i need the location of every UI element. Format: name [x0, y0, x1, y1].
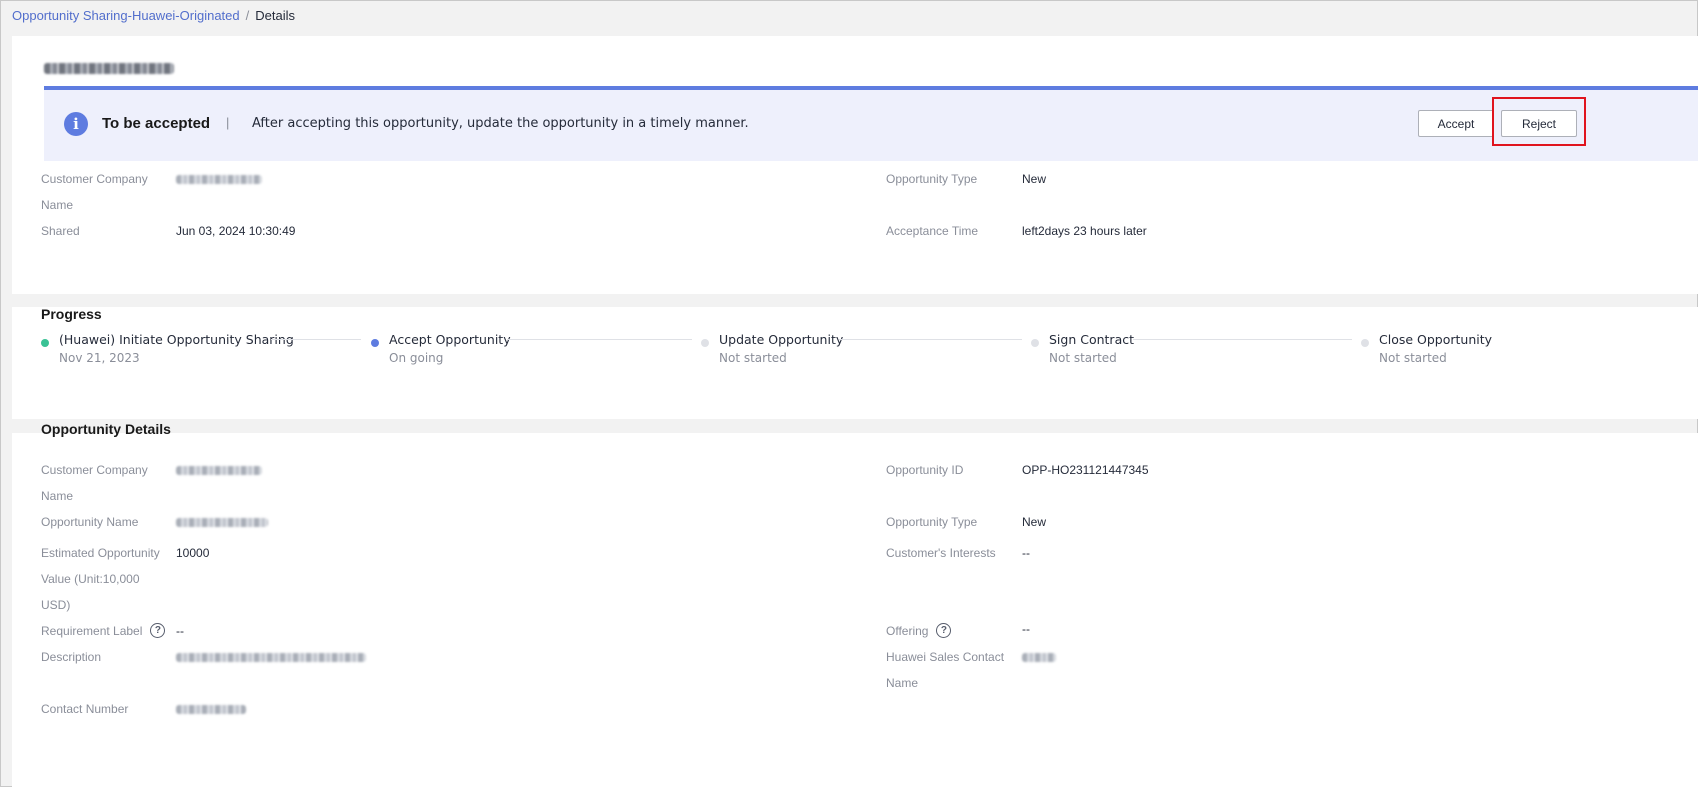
customer-interests-label: Customer's Interests: [886, 546, 996, 560]
opportunity-type-label: Opportunity Type: [886, 172, 978, 186]
details-customer-company-value-redacted: [176, 466, 262, 475]
details-customer-company-label-cont: Name: [41, 489, 74, 503]
breadcrumb-link-opportunity-sharing[interactable]: Opportunity Sharing-Huawei-Originated: [12, 8, 240, 23]
progress-card: Progress (Huawei) Initiate Opportunity S…: [12, 306, 1698, 419]
requirement-label-label: Requirement Label?: [41, 618, 166, 644]
details-opportunity-type-value: New: [1022, 515, 1047, 529]
step-pending-dot: [1361, 339, 1369, 347]
offering-label-text: Offering: [886, 624, 929, 638]
step-status: Not started: [1049, 351, 1117, 365]
info-icon: i: [64, 112, 88, 136]
step-name: Close Opportunity: [1379, 332, 1493, 347]
opportunity-id-value: OPP-HO231121447345: [1022, 463, 1149, 477]
customer-company-label-cont: Name: [41, 198, 74, 212]
step-status: Not started: [1379, 351, 1447, 365]
step-name: Accept Opportunity: [389, 332, 511, 347]
status-message: After accepting this opportunity, update…: [252, 116, 749, 131]
step-status: On going: [389, 351, 444, 365]
progress-title-text: Progress: [41, 306, 102, 322]
progress-step-close: Close Opportunity Not started: [1361, 332, 1691, 372]
progress-step-accept: Accept Opportunity On going: [371, 332, 701, 372]
step-connector: [507, 339, 692, 340]
customer-company-label: Customer Company: [41, 172, 148, 186]
progress-step-initiate: (Huawei) Initiate Opportunity Sharing No…: [41, 332, 371, 372]
estimated-value-label-cont: Value (Unit:10,000: [41, 572, 140, 586]
acceptance-time-value: left2days 23 hours later: [1022, 224, 1147, 238]
sales-contact-label-cont: Name: [886, 676, 919, 690]
step-done-dot: [41, 339, 49, 347]
opportunity-details-title: Opportunity Details: [41, 421, 171, 437]
breadcrumb-current: Details: [255, 7, 295, 23]
step-name: Update Opportunity: [719, 332, 844, 347]
offering-label: Offering?: [886, 618, 952, 644]
step-connector: [1133, 339, 1352, 340]
details-customer-company-label: Customer Company: [41, 463, 148, 477]
opportunity-name-value-redacted: [176, 518, 268, 527]
description-label: Description: [41, 650, 102, 664]
breadcrumb: Opportunity Sharing-Huawei-Originated / …: [12, 7, 295, 23]
step-pending-dot: [701, 339, 709, 347]
help-icon[interactable]: ?: [150, 623, 166, 639]
sales-contact-label: Huawei Sales Contact: [886, 650, 1005, 664]
step-status: Nov 21, 2023: [59, 351, 140, 365]
contact-number-label: Contact Number: [41, 702, 129, 716]
contact-number-value-redacted: [176, 705, 246, 714]
estimated-value-label: Estimated Opportunity: [41, 546, 160, 560]
opportunity-title-redacted: [44, 63, 174, 74]
help-icon[interactable]: ?: [936, 623, 952, 639]
shared-value: Jun 03, 2024 10:30:49: [176, 224, 296, 238]
customer-interests-value: --: [1022, 546, 1030, 560]
shared-label: Shared: [41, 224, 80, 238]
opportunity-details-card: Opportunity Details Customer Company Nam…: [12, 421, 1698, 787]
accept-button[interactable]: Accept: [1418, 110, 1494, 137]
status-banner: i To be accepted | After accepting this …: [44, 86, 1698, 161]
opportunity-id-label: Opportunity ID: [886, 463, 964, 477]
step-active-dot: [371, 339, 379, 347]
progress-step-update: Update Opportunity Not started: [701, 332, 1031, 372]
status-label: To be accepted: [102, 115, 211, 132]
opportunity-type-value: New: [1022, 172, 1047, 186]
step-name: Sign Contract: [1049, 332, 1135, 347]
requirement-label-value: --: [176, 624, 184, 638]
acceptance-time-label: Acceptance Time: [886, 224, 979, 238]
step-pending-dot: [1031, 339, 1039, 347]
status-separator: |: [226, 115, 230, 130]
estimated-value: 10000: [176, 546, 210, 560]
opportunity-name-label: Opportunity Name: [41, 515, 139, 529]
details-opportunity-type-label: Opportunity Type: [886, 515, 978, 529]
estimated-value-label-unit: USD): [41, 598, 71, 612]
sales-contact-value-redacted: [1022, 653, 1056, 662]
step-connector: [271, 339, 361, 340]
description-value-redacted: [176, 653, 366, 662]
reject-button[interactable]: Reject: [1501, 110, 1577, 137]
progress-step-sign: Sign Contract Not started: [1031, 332, 1361, 372]
summary-card: i To be accepted | After accepting this …: [12, 36, 1698, 294]
breadcrumb-separator: /: [245, 7, 250, 23]
customer-company-value-redacted: [176, 175, 262, 184]
offering-value: --: [1022, 622, 1030, 636]
step-connector: [839, 339, 1022, 340]
requirement-label-text: Requirement Label: [41, 624, 143, 638]
step-status: Not started: [719, 351, 787, 365]
step-name: (Huawei) Initiate Opportunity Sharing: [59, 332, 294, 347]
